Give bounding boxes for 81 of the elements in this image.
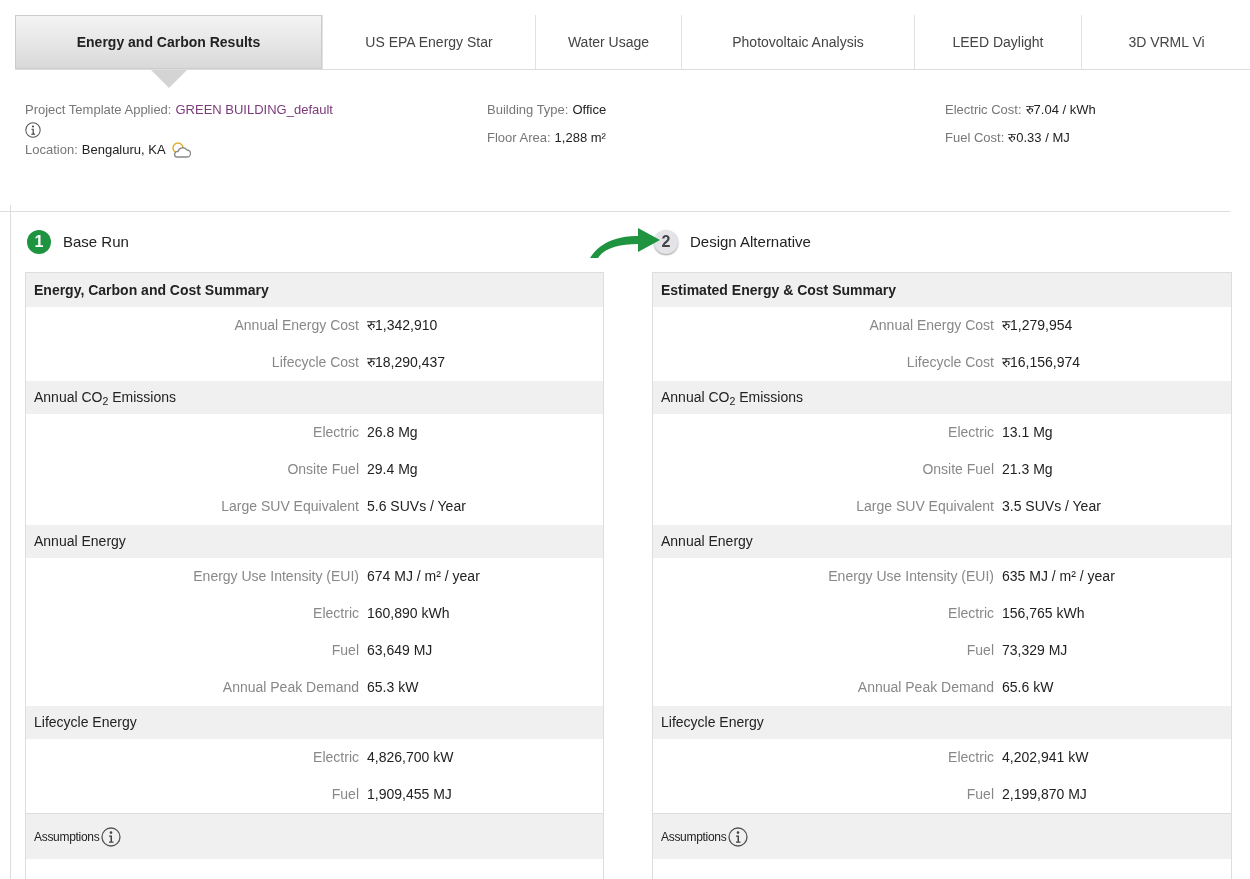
metric-label: Fuel (965, 785, 994, 804)
metric-value: 63,649 MJ (367, 641, 433, 660)
metric-value: 160,890 kWh (367, 604, 450, 623)
tab[interactable]: LEED Daylight (914, 15, 1081, 69)
run-title: Design Alternative (690, 231, 811, 252)
run-title: Base Run (63, 231, 129, 252)
metric-label: Onsite Fuel (286, 460, 359, 479)
tab[interactable]: 3D VRML Vi (1081, 15, 1250, 69)
section-heading: Annual Energy (34, 532, 126, 551)
metric-label: Onsite Fuel (921, 460, 994, 479)
metric-value: 4,202,941 kW (1002, 748, 1089, 767)
metric-label: Energy Use Intensity (EUI) (192, 567, 359, 586)
tab[interactable]: US EPA Energy Star (322, 15, 535, 69)
info-label: Electric Cost: (945, 101, 1022, 119)
metric-value: 3.5 SUVs / Year (1002, 497, 1101, 516)
tab[interactable]: Photovoltaic Analysis (681, 15, 914, 69)
info-icon[interactable] (728, 826, 749, 847)
tab[interactable]: Water Usage (535, 15, 681, 69)
metric-value: 65.6 kW (1002, 678, 1054, 697)
metric-label: Electric (947, 604, 994, 623)
assumptions-label: Assumptions (661, 828, 727, 846)
metric-label: Annual Peak Demand (856, 678, 994, 697)
info-value: GREEN BUILDING_default (175, 101, 333, 119)
metric-value: 156,765 kWh (1002, 604, 1085, 623)
summary-header: Energy, Carbon and Cost Summary (26, 273, 603, 307)
info-icon[interactable] (25, 122, 41, 138)
info-icon[interactable] (101, 826, 122, 847)
metric-value: 26.8 Mg (367, 423, 418, 442)
metric-label: Large SUV Equivalent (855, 497, 994, 516)
metric-label: Electric (312, 748, 359, 767)
info-label: Project Template Applied: (25, 101, 172, 119)
section-heading: Annual CO$_{2}$ Emissions (34, 388, 176, 408)
step-number: 2 (654, 230, 678, 254)
info-label: Fuel Cost: (945, 129, 1005, 147)
info-value: Office (572, 101, 607, 119)
curved-arrow-icon (590, 226, 662, 258)
weather-icon[interactable] (169, 140, 192, 160)
metric-label: Fuel (330, 641, 359, 660)
metric-label: Annual Energy Cost (868, 316, 994, 335)
info-label: Floor Area: (487, 129, 551, 147)
metric-value: 29.4 Mg (367, 460, 418, 479)
metric-label: Lifecycle Cost (270, 353, 359, 372)
tab[interactable]: Energy and Carbon Results (15, 15, 322, 69)
section-heading: Lifecycle Energy (661, 713, 764, 732)
metric-value: 73,329 MJ (1002, 641, 1068, 660)
metric-value: 21.3 Mg (1002, 460, 1053, 479)
info-value: 1,288 m² (554, 129, 606, 147)
metric-value: रु1,279,954 (1002, 316, 1073, 335)
metric-value: 1,909,455 MJ (367, 785, 452, 804)
metric-value: 2,199,870 MJ (1002, 785, 1087, 804)
info-value: रु7.04 / kWh (1025, 101, 1096, 119)
info-label: Building Type: (487, 101, 569, 119)
metric-value: 635 MJ / m² / year (1002, 567, 1115, 586)
metric-value: 5.6 SUVs / Year (367, 497, 466, 516)
metric-label: Electric (312, 604, 359, 623)
metric-label: Annual Energy Cost (233, 316, 359, 335)
info-value: रु0.33 / MJ (1008, 129, 1070, 147)
assumptions-label: Assumptions (34, 828, 100, 846)
metric-label: Lifecycle Cost (905, 353, 994, 372)
metric-label: Electric (947, 423, 994, 442)
metric-label: Electric (312, 423, 359, 442)
metric-label: Fuel (330, 785, 359, 804)
metric-value: रु18,290,437 (367, 353, 446, 372)
metric-value: 674 MJ / m² / year (367, 567, 480, 586)
step-number: 1 (27, 230, 51, 254)
metric-label: Annual Peak Demand (221, 678, 359, 697)
section-heading: Annual Energy (661, 532, 753, 551)
info-value: Bengaluru, KA (81, 141, 166, 159)
metric-value: 4,826,700 kW (367, 748, 454, 767)
summary-header: Estimated Energy & Cost Summary (653, 273, 1231, 307)
metric-label: Large SUV Equivalent (220, 497, 359, 516)
metric-label: Electric (947, 748, 994, 767)
metric-value: 65.3 kW (367, 678, 419, 697)
metric-value: रु1,342,910 (367, 316, 438, 335)
section-heading: Annual CO$_{2}$ Emissions (661, 388, 803, 408)
section-heading: Lifecycle Energy (34, 713, 137, 732)
info-label: Location: (25, 141, 78, 159)
metric-value: रु16,156,974 (1002, 353, 1081, 372)
metric-label: Fuel (965, 641, 994, 660)
metric-value: 13.1 Mg (1002, 423, 1053, 442)
metric-label: Energy Use Intensity (EUI) (827, 567, 994, 586)
